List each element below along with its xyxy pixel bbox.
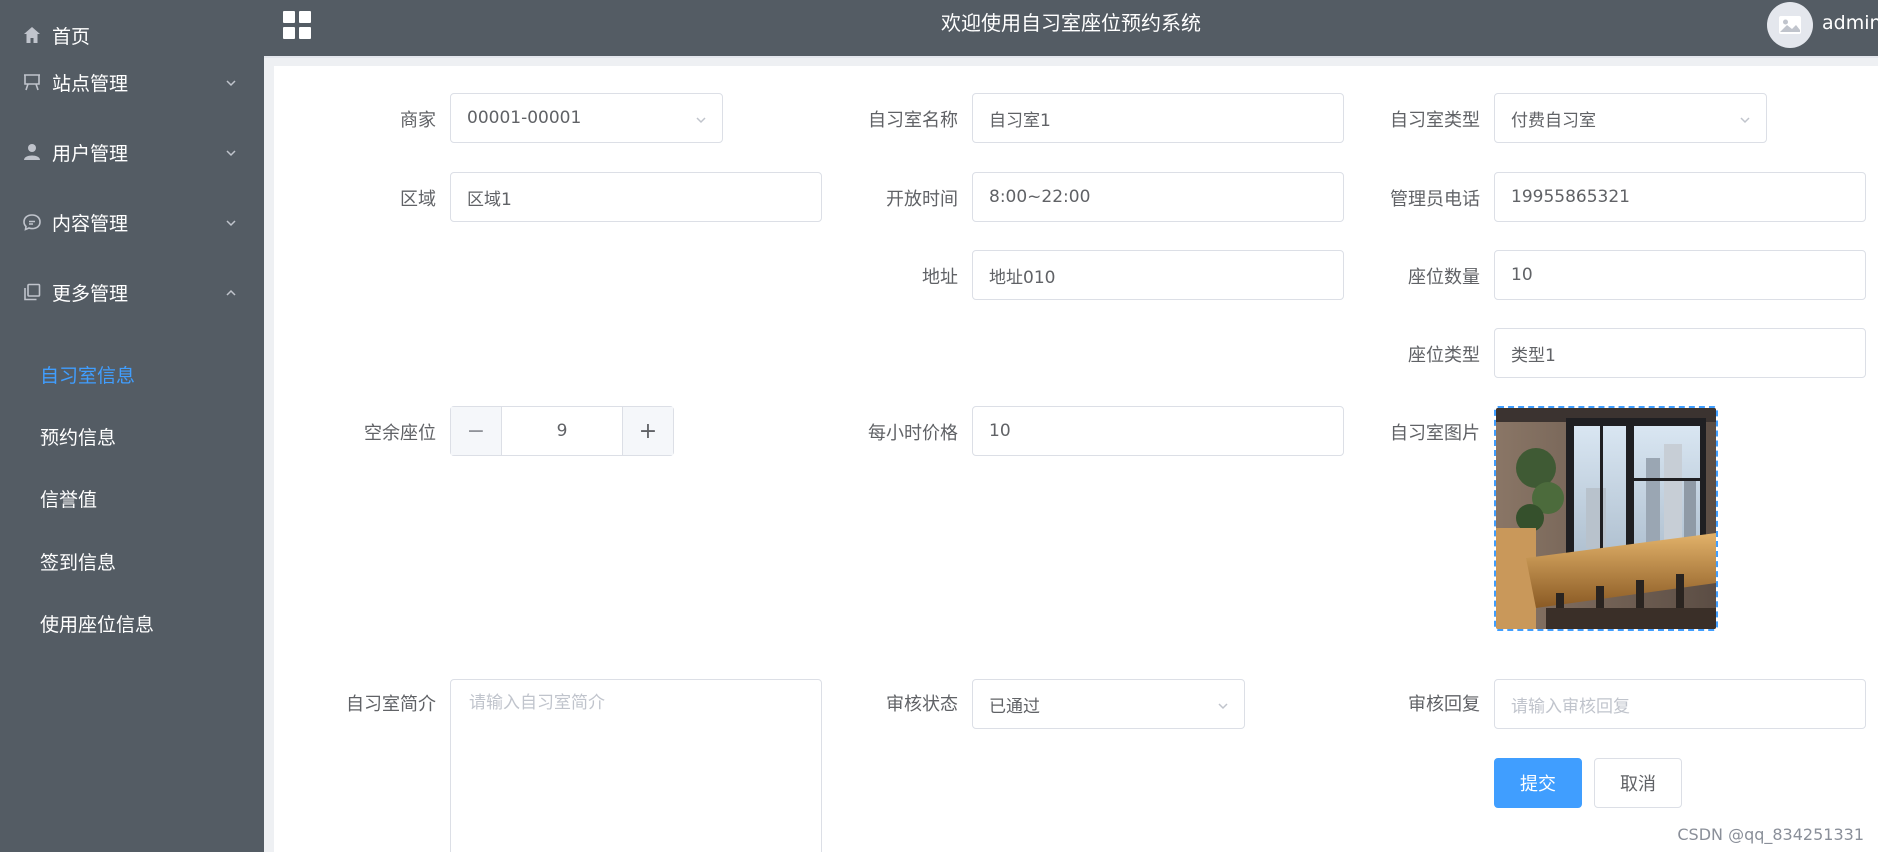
avatar[interactable]	[1767, 2, 1813, 48]
seat-type-value: 类型1	[1511, 345, 1556, 366]
header-divider	[264, 56, 1878, 58]
admin-phone-value: 19955865321	[1511, 187, 1630, 207]
free-seats-value[interactable]: 9	[502, 407, 622, 455]
chevron-down-icon	[1216, 698, 1230, 712]
sidebar-item-content-management[interactable]: 内容管理	[0, 187, 264, 257]
seat-type-label: 座位类型	[1408, 345, 1480, 366]
chat-icon	[22, 212, 42, 232]
chevron-down-icon	[224, 75, 238, 89]
sidebar-subitem-credit-value[interactable]: 信誉值	[0, 468, 264, 528]
chevron-down-icon	[1738, 112, 1752, 126]
admin-phone-input[interactable]: 19955865321	[1494, 172, 1866, 222]
chevron-up-icon	[224, 285, 238, 299]
user-icon	[22, 142, 42, 162]
intro-textarea[interactable]: 请输入自习室简介	[450, 679, 822, 852]
increment-button[interactable]: +	[622, 407, 673, 455]
seat-count-label: 座位数量	[1408, 267, 1480, 288]
review-reply-placeholder: 请输入审核回复	[1511, 696, 1630, 717]
sidebar-subitem-reservation-info[interactable]: 预约信息	[0, 406, 264, 466]
merchant-value: 00001-00001	[467, 108, 582, 128]
room-image-label: 自习室图片	[1390, 423, 1480, 444]
easel-icon	[22, 72, 42, 92]
study-room-photo	[1496, 408, 1716, 629]
username[interactable]: admin	[1822, 12, 1878, 34]
seat-count-value: 10	[1511, 265, 1533, 285]
review-status-label: 审核状态	[886, 694, 958, 715]
submit-button[interactable]: 提交	[1494, 758, 1582, 808]
chevron-down-icon	[694, 112, 708, 126]
hourly-price-value: 10	[989, 421, 1011, 441]
sidebar-item-more-management[interactable]: 更多管理	[0, 257, 264, 327]
address-value: 地址010	[989, 267, 1056, 288]
room-name-value: 自习室1	[989, 110, 1051, 131]
sidebar: 首页 站点管理 用户管理 内容管理 更多管理 自习室信息 预约信息 信誉值 签到…	[0, 0, 264, 852]
merchant-select[interactable]: 00001-00001	[450, 93, 723, 143]
sidebar-item-site-management[interactable]: 站点管理	[0, 47, 264, 117]
review-status-select[interactable]: 已通过	[972, 679, 1245, 729]
chevron-down-icon	[224, 145, 238, 159]
sidebar-subitem-study-room-info[interactable]: 自习室信息	[0, 344, 264, 404]
review-reply-label: 审核回复	[1408, 694, 1480, 715]
free-seats-label: 空余座位	[364, 423, 436, 444]
sidebar-item-user-management[interactable]: 用户管理	[0, 117, 264, 187]
chevron-down-icon	[224, 215, 238, 229]
review-reply-input[interactable]: 请输入审核回复	[1494, 679, 1866, 729]
admin-phone-label: 管理员电话	[1390, 189, 1480, 210]
form-panel: 商家 00001-00001 自习室名称 自习室1 自习室类型 付费自习室 区域…	[274, 66, 1878, 852]
hourly-price-label: 每小时价格	[868, 423, 958, 444]
sidebar-subitem-checkin-info[interactable]: 签到信息	[0, 531, 264, 591]
room-type-value: 付费自习室	[1511, 110, 1596, 131]
sidebar-item-label: 站点管理	[52, 72, 129, 95]
open-time-value: 8:00~22:00	[989, 187, 1091, 207]
area-value: 区域1	[467, 189, 512, 210]
review-status-value: 已通过	[989, 696, 1040, 717]
open-time-label: 开放时间	[886, 189, 958, 210]
room-type-label: 自习室类型	[1390, 110, 1480, 131]
room-name-label: 自习室名称	[868, 110, 958, 131]
room-image-upload[interactable]	[1494, 406, 1718, 631]
seat-type-input[interactable]: 类型1	[1494, 328, 1866, 378]
free-seats-stepper[interactable]: − 9 +	[450, 406, 674, 456]
merchant-label: 商家	[400, 110, 436, 131]
room-type-select[interactable]: 付费自习室	[1494, 93, 1767, 143]
copy-icon	[22, 282, 42, 302]
address-label: 地址	[922, 267, 958, 288]
decrement-button[interactable]: −	[451, 407, 502, 455]
image-placeholder-icon	[1779, 16, 1801, 34]
intro-placeholder: 请输入自习室简介	[469, 693, 605, 713]
area-input[interactable]: 区域1	[450, 172, 822, 222]
watermark: CSDN @qq_834251331	[1677, 825, 1864, 844]
sidebar-item-label: 首页	[52, 25, 91, 48]
sidebar-item-label: 内容管理	[52, 212, 129, 235]
home-icon	[22, 25, 42, 45]
sidebar-item-label: 更多管理	[52, 282, 129, 305]
sidebar-item-label: 用户管理	[52, 142, 129, 165]
top-header: 欢迎使用自习室座位预约系统 admin	[264, 0, 1878, 56]
sidebar-subitem-seat-usage-info[interactable]: 使用座位信息	[0, 593, 264, 653]
area-label: 区域	[400, 189, 436, 210]
page-title: 欢迎使用自习室座位预约系统	[941, 11, 1201, 35]
intro-label: 自习室简介	[346, 694, 436, 715]
cancel-button[interactable]: 取消	[1594, 758, 1682, 808]
seat-count-input[interactable]: 10	[1494, 250, 1866, 300]
